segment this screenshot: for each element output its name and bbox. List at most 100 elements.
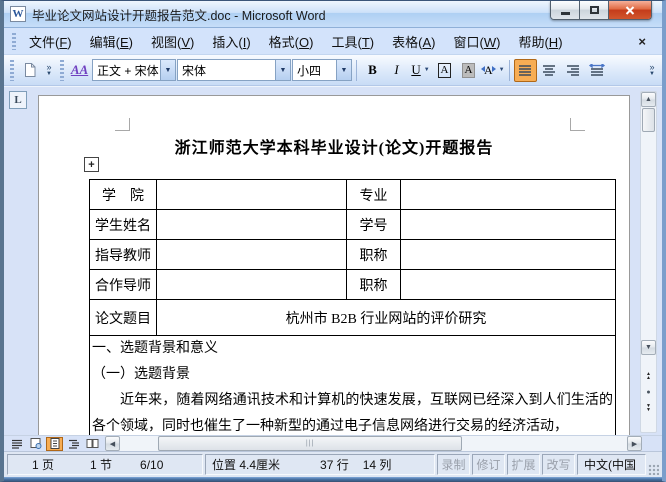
cell-topic-label[interactable]: 论文题目 — [89, 299, 157, 336]
vertical-scrollbar[interactable]: ▲ ▼ — [640, 91, 657, 433]
bold-button[interactable]: B — [361, 59, 384, 82]
justify-button[interactable] — [513, 58, 537, 82]
new-document-icon — [24, 63, 35, 77]
toolbar-options-chevron-2[interactable]: » ▼ — [645, 57, 659, 84]
cell-label2-1[interactable]: 学号 — [346, 209, 401, 240]
toolbar-drag-handle[interactable] — [10, 59, 14, 81]
reading-layout-view-button[interactable] — [84, 437, 101, 451]
cell-label-0[interactable]: 学 院 — [89, 179, 157, 210]
scroll-right-icon[interactable]: ▶ — [627, 436, 642, 451]
underline-button[interactable]: U ▼ — [409, 59, 432, 82]
status-toggle-2[interactable]: 扩展 — [507, 454, 540, 475]
cell-topic-value[interactable]: 杭州市 B2B 行业网站的评价研究 — [156, 299, 616, 336]
cell-label-1[interactable]: 学生姓名 — [89, 209, 157, 240]
cell-value-0[interactable] — [156, 179, 347, 210]
center-button[interactable] — [538, 59, 561, 82]
web-layout-view-button[interactable] — [27, 437, 44, 451]
cell-value2-1[interactable] — [400, 209, 616, 240]
table-row: 学生姓名 学号 — [89, 209, 616, 240]
cell-body-text[interactable]: 一、选题背景和意义 （一）选题背景 近年来，随着网络通讯技术和计算机的快速发展，互联… — [89, 335, 616, 435]
cell-label2-0[interactable]: 专业 — [346, 179, 401, 210]
horizontal-scrollbar-track[interactable] — [120, 436, 627, 451]
toolbar-drag-handle-2[interactable] — [60, 59, 64, 81]
character-shading-button[interactable]: A — [457, 59, 480, 82]
menu-item-view[interactable]: 视图(V) — [142, 30, 203, 53]
status-toggle-0[interactable]: 录制 — [437, 454, 470, 475]
scrollbar-endpad — [641, 416, 656, 432]
close-button[interactable] — [609, 1, 651, 19]
menu-item-window[interactable]: 窗口(W) — [444, 30, 509, 53]
cell-label2-2[interactable]: 职称 — [346, 239, 401, 270]
close-document-icon[interactable]: × — [626, 34, 658, 49]
font-dropdown-arrow-icon[interactable]: ▼ — [275, 60, 290, 80]
distribute-icon — [589, 63, 606, 76]
body-heading-2[interactable]: （一）选题背景 — [92, 362, 613, 388]
cell-value2-0[interactable] — [400, 179, 616, 210]
menu-item-format[interactable]: 格式(O) — [260, 30, 323, 53]
cell-value-3[interactable] — [156, 269, 347, 300]
tab-stop-selector[interactable]: L — [9, 91, 27, 109]
normal-view-button[interactable] — [8, 437, 25, 451]
minimize-button[interactable] — [551, 1, 580, 19]
character-scaling-button[interactable]: A ▼ — [481, 59, 505, 82]
format-toolbar: » ▼ AA 正文 + 宋体 ▼ 宋体 ▼ 小四 ▼ B I U ▼ A A A… — [4, 55, 662, 86]
italic-button[interactable]: I — [385, 59, 408, 82]
status-toggle-3[interactable]: 改写 — [542, 454, 575, 475]
body-heading-1[interactable]: 一、选题背景和意义 — [92, 336, 613, 362]
status-toggle-1[interactable]: 修订 — [472, 454, 505, 475]
status-position-panel: 位置 4.4厘米 37 行 14 列 — [205, 454, 435, 475]
style-dropdown-arrow-icon[interactable]: ▼ — [160, 60, 175, 80]
normal-view-icon — [11, 439, 22, 449]
style-combobox[interactable]: 正文 + 宋体 ▼ — [92, 59, 176, 81]
cell-value2-3[interactable] — [400, 269, 616, 300]
align-right-button[interactable] — [562, 59, 585, 82]
table-move-handle-icon[interactable] — [84, 157, 99, 172]
toolbar-separator-2 — [508, 59, 510, 81]
document-title[interactable]: 浙江师范大学本科毕业设计(论文)开题报告 — [39, 134, 629, 158]
font-combobox[interactable]: 宋体 ▼ — [177, 59, 291, 81]
scroll-left-icon[interactable]: ◀ — [105, 436, 120, 451]
print-layout-view-button[interactable] — [46, 436, 63, 451]
restore-button[interactable] — [580, 1, 609, 19]
vertical-scrollbar-thumb[interactable] — [642, 108, 655, 132]
font-size-combobox[interactable]: 小四 ▼ — [292, 59, 352, 81]
scroll-up-icon[interactable]: ▲ — [641, 92, 656, 107]
status-language[interactable]: 中文(中国 — [577, 454, 646, 475]
character-scaling-dropdown-arrow-icon[interactable]: ▼ — [499, 67, 505, 73]
select-browse-object-icon[interactable] — [641, 384, 656, 400]
cell-value-1[interactable] — [156, 209, 347, 240]
previous-page-icon[interactable] — [641, 368, 656, 384]
menu-item-table[interactable]: 表格(A) — [383, 30, 444, 53]
menu-item-tools[interactable]: 工具(T) — [322, 30, 383, 53]
scroll-down-icon[interactable]: ▼ — [641, 340, 656, 355]
document-page[interactable]: 浙江师范大学本科毕业设计(论文)开题报告 学 院专业学生姓名学号指导教师职称合作… — [38, 95, 630, 435]
menu-drag-handle[interactable] — [12, 32, 16, 50]
toolbar-options-chevron[interactable]: » ▼ — [42, 57, 56, 84]
character-border-button[interactable]: A — [433, 59, 456, 82]
underline-dropdown-arrow-icon[interactable]: ▼ — [424, 67, 430, 73]
status-language-text: 中文(中国 — [584, 458, 636, 472]
cell-label-3[interactable]: 合作导师 — [89, 269, 157, 300]
horizontal-scrollbar-thumb[interactable] — [158, 436, 463, 451]
next-page-icon[interactable] — [641, 400, 656, 416]
menu-item-file[interactable]: 文件(F) — [20, 30, 81, 53]
font-size-dropdown-arrow-icon[interactable]: ▼ — [336, 60, 351, 80]
styles-and-formatting-button[interactable]: AA — [68, 59, 91, 82]
menu-item-edit[interactable]: 编辑(E) — [81, 30, 142, 53]
cell-value2-2[interactable] — [400, 239, 616, 270]
cell-label-2[interactable]: 指导教师 — [89, 239, 157, 270]
outline-view-button[interactable] — [65, 437, 82, 451]
distribute-button[interactable] — [586, 59, 609, 82]
cell-label2-3[interactable]: 职称 — [346, 269, 401, 300]
body-paragraph[interactable]: 近年来，随着网络通讯技术和计算机的快速发展，互联网已经深入到人们生活的各个领域，… — [92, 388, 613, 435]
menu-item-insert[interactable]: 插入(I) — [203, 30, 259, 53]
status-page-panel: 1 页 1 节 6/10 — [7, 454, 203, 475]
menu-item-help[interactable]: 帮助(H) — [509, 30, 571, 53]
resize-grip-icon[interactable] — [648, 464, 659, 475]
menu-items: 文件(F) 编辑(E) 视图(V) 插入(I) 格式(O) 工具(T) 表格(A) 窗口(W)… — [20, 30, 572, 53]
center-align-icon — [543, 65, 556, 76]
word-app-icon: W — [10, 6, 26, 22]
new-document-button[interactable] — [18, 59, 41, 82]
cell-value-2[interactable] — [156, 239, 347, 270]
vertical-scrollbar-track[interactable] — [641, 133, 656, 340]
